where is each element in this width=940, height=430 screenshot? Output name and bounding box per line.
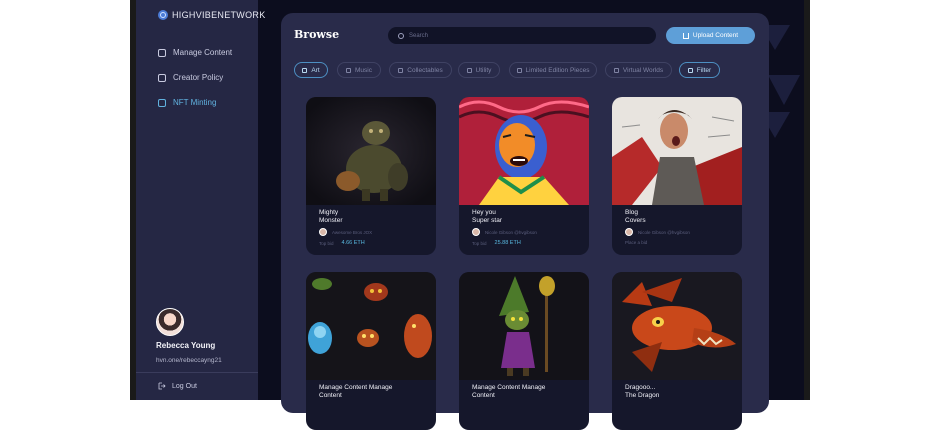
sidebar-item-label: NFT Minting <box>173 98 217 107</box>
card-image-goblin <box>459 272 589 380</box>
sidebar-item-creator-policy[interactable]: Creator Policy <box>158 71 232 84</box>
device-bezel-right <box>804 0 810 400</box>
card-title: Manage Content Manage Content <box>472 384 582 400</box>
collectables-icon <box>398 67 404 73</box>
sidebar: HIGHVIBENETWORK Manage Content Creator P… <box>136 0 265 400</box>
chip-art[interactable]: Art <box>294 62 328 78</box>
upload-content-button[interactable]: Upload Content <box>666 27 755 44</box>
card-title-line1: Manage Content Manage <box>472 384 546 391</box>
card-image-monster <box>306 97 436 205</box>
avatar[interactable] <box>156 308 184 336</box>
chip-label: Collectables <box>407 66 443 74</box>
sidebar-item-label: Manage Content <box>173 48 233 57</box>
card-title: Mighty Monster <box>319 209 429 225</box>
creator-avatar <box>625 228 633 236</box>
creator-name: Nicole Gibson @hvgibson <box>638 229 690 235</box>
upload-label: Upload Content <box>692 32 739 39</box>
card-title-line2: Content <box>319 392 342 399</box>
card-title-line2: Monster <box>319 217 343 224</box>
nft-card[interactable]: Manage Content Manage Content <box>459 272 589 430</box>
card-title-line2: Super star <box>472 217 502 224</box>
chip-virtual-worlds[interactable]: Virtual Worlds <box>605 62 672 78</box>
search-placeholder: Search <box>409 32 429 39</box>
database-icon <box>158 98 166 107</box>
chip-label: Filter <box>696 66 712 74</box>
card-bid[interactable]: Place a bid <box>625 240 647 245</box>
layers-icon <box>158 48 166 57</box>
nft-card[interactable]: Manage Content Manage Content <box>306 272 436 430</box>
card-title-line2: Covers <box>625 217 646 224</box>
card-title: Manage Content Manage Content <box>319 384 429 400</box>
card-title-line1: Blog <box>625 209 639 216</box>
card-creator: Nicole Gibson @hvgibson <box>625 228 690 236</box>
chip-label: Limited Edition Pieces <box>525 66 590 74</box>
card-creator: Awesome Bros JOX <box>319 228 372 236</box>
page-title: Browse <box>294 28 340 41</box>
chip-label: Utility <box>475 66 492 74</box>
logout-button[interactable]: Log Out <box>158 382 197 390</box>
place-bid-label[interactable]: Place a bid <box>625 240 647 245</box>
card-title-line1: Manage Content Manage <box>319 384 393 391</box>
user-profile[interactable]: Rebecca Young hvn.one/rebeccayng21 <box>156 308 222 364</box>
card-creator: Nicole Gibson @hvgibson <box>472 228 537 236</box>
card-title-line2: The Dragon <box>625 392 660 399</box>
card-bid: Top bid 25.88 ETH <box>472 240 521 246</box>
bid-label: Top bid <box>472 240 487 246</box>
search-icon <box>398 32 404 39</box>
logo-icon <box>158 10 168 20</box>
logo-text: HIGHVIBENETWORK <box>172 10 266 20</box>
sidebar-divider <box>136 372 258 373</box>
card-image-superstar <box>459 97 589 205</box>
nft-card[interactable]: Hey you Super star Nicole Gibson @hvgibs… <box>459 97 589 255</box>
profile-link[interactable]: hvn.one/rebeccayng21 <box>156 357 222 364</box>
chip-filter[interactable]: Filter <box>679 62 720 78</box>
utility-icon <box>466 67 472 73</box>
bid-label: Top bid <box>319 240 334 246</box>
logout-label: Log Out <box>172 382 197 390</box>
sidebar-nav: Manage Content Creator Policy NFT Mintin… <box>158 46 232 121</box>
creator-avatar <box>472 228 480 236</box>
chip-label: Virtual Worlds <box>622 66 664 74</box>
app-logo[interactable]: HIGHVIBENETWORK <box>158 10 266 20</box>
bid-value: 4.66 ETH <box>341 240 365 246</box>
upload-icon <box>682 32 689 39</box>
limited-edition-icon <box>516 67 522 73</box>
image-icon <box>302 67 308 73</box>
card-title-line1: Mighty <box>319 209 339 216</box>
creator-avatar <box>319 228 327 236</box>
virtual-worlds-icon <box>613 67 619 73</box>
music-icon <box>346 67 351 73</box>
card-title-line1: Dragooo... <box>625 384 656 391</box>
card-image-dragon <box>612 272 742 380</box>
card-title: Hey you Super star <box>472 209 582 225</box>
card-image-monster-group <box>306 272 436 380</box>
sidebar-item-nft-minting[interactable]: NFT Minting <box>158 96 232 109</box>
profile-name: Rebecca Young <box>156 341 216 350</box>
chip-collectables[interactable]: Collectables <box>389 62 452 78</box>
sidebar-item-label: Creator Policy <box>173 73 224 82</box>
creator-name: Nicole Gibson @hvgibson <box>485 229 537 235</box>
card-image-blog-covers <box>612 97 742 205</box>
card-title-line1: Hey you <box>472 209 496 216</box>
sidebar-item-manage-content[interactable]: Manage Content <box>158 46 232 59</box>
card-title: Dragooo... The Dragon <box>625 384 735 400</box>
card-title: Blog Covers <box>625 209 735 225</box>
logout-icon <box>158 382 166 390</box>
nft-card[interactable]: Blog Covers Nicole Gibson @hvgibson Plac… <box>612 97 742 255</box>
chip-utility[interactable]: Utility <box>458 62 500 78</box>
creator-name: Awesome Bros JOX <box>332 229 373 235</box>
chip-music[interactable]: Music <box>337 62 381 78</box>
card-title-line2: Content <box>472 392 495 399</box>
nft-card[interactable]: Mighty Monster Awesome Bros JOX Top bid … <box>306 97 436 255</box>
card-bid: Top bid 4.66 ETH <box>319 240 365 246</box>
document-icon <box>158 73 166 82</box>
search-input[interactable]: Search <box>388 27 656 44</box>
nft-card[interactable]: Dragooo... The Dragon <box>612 272 742 430</box>
filter-icon <box>687 67 693 73</box>
chip-label: Art <box>311 66 320 74</box>
chip-limited-edition-pieces[interactable]: Limited Edition Pieces <box>509 62 597 78</box>
bid-value: 25.88 ETH <box>494 240 521 246</box>
chip-label: Music <box>355 66 372 74</box>
